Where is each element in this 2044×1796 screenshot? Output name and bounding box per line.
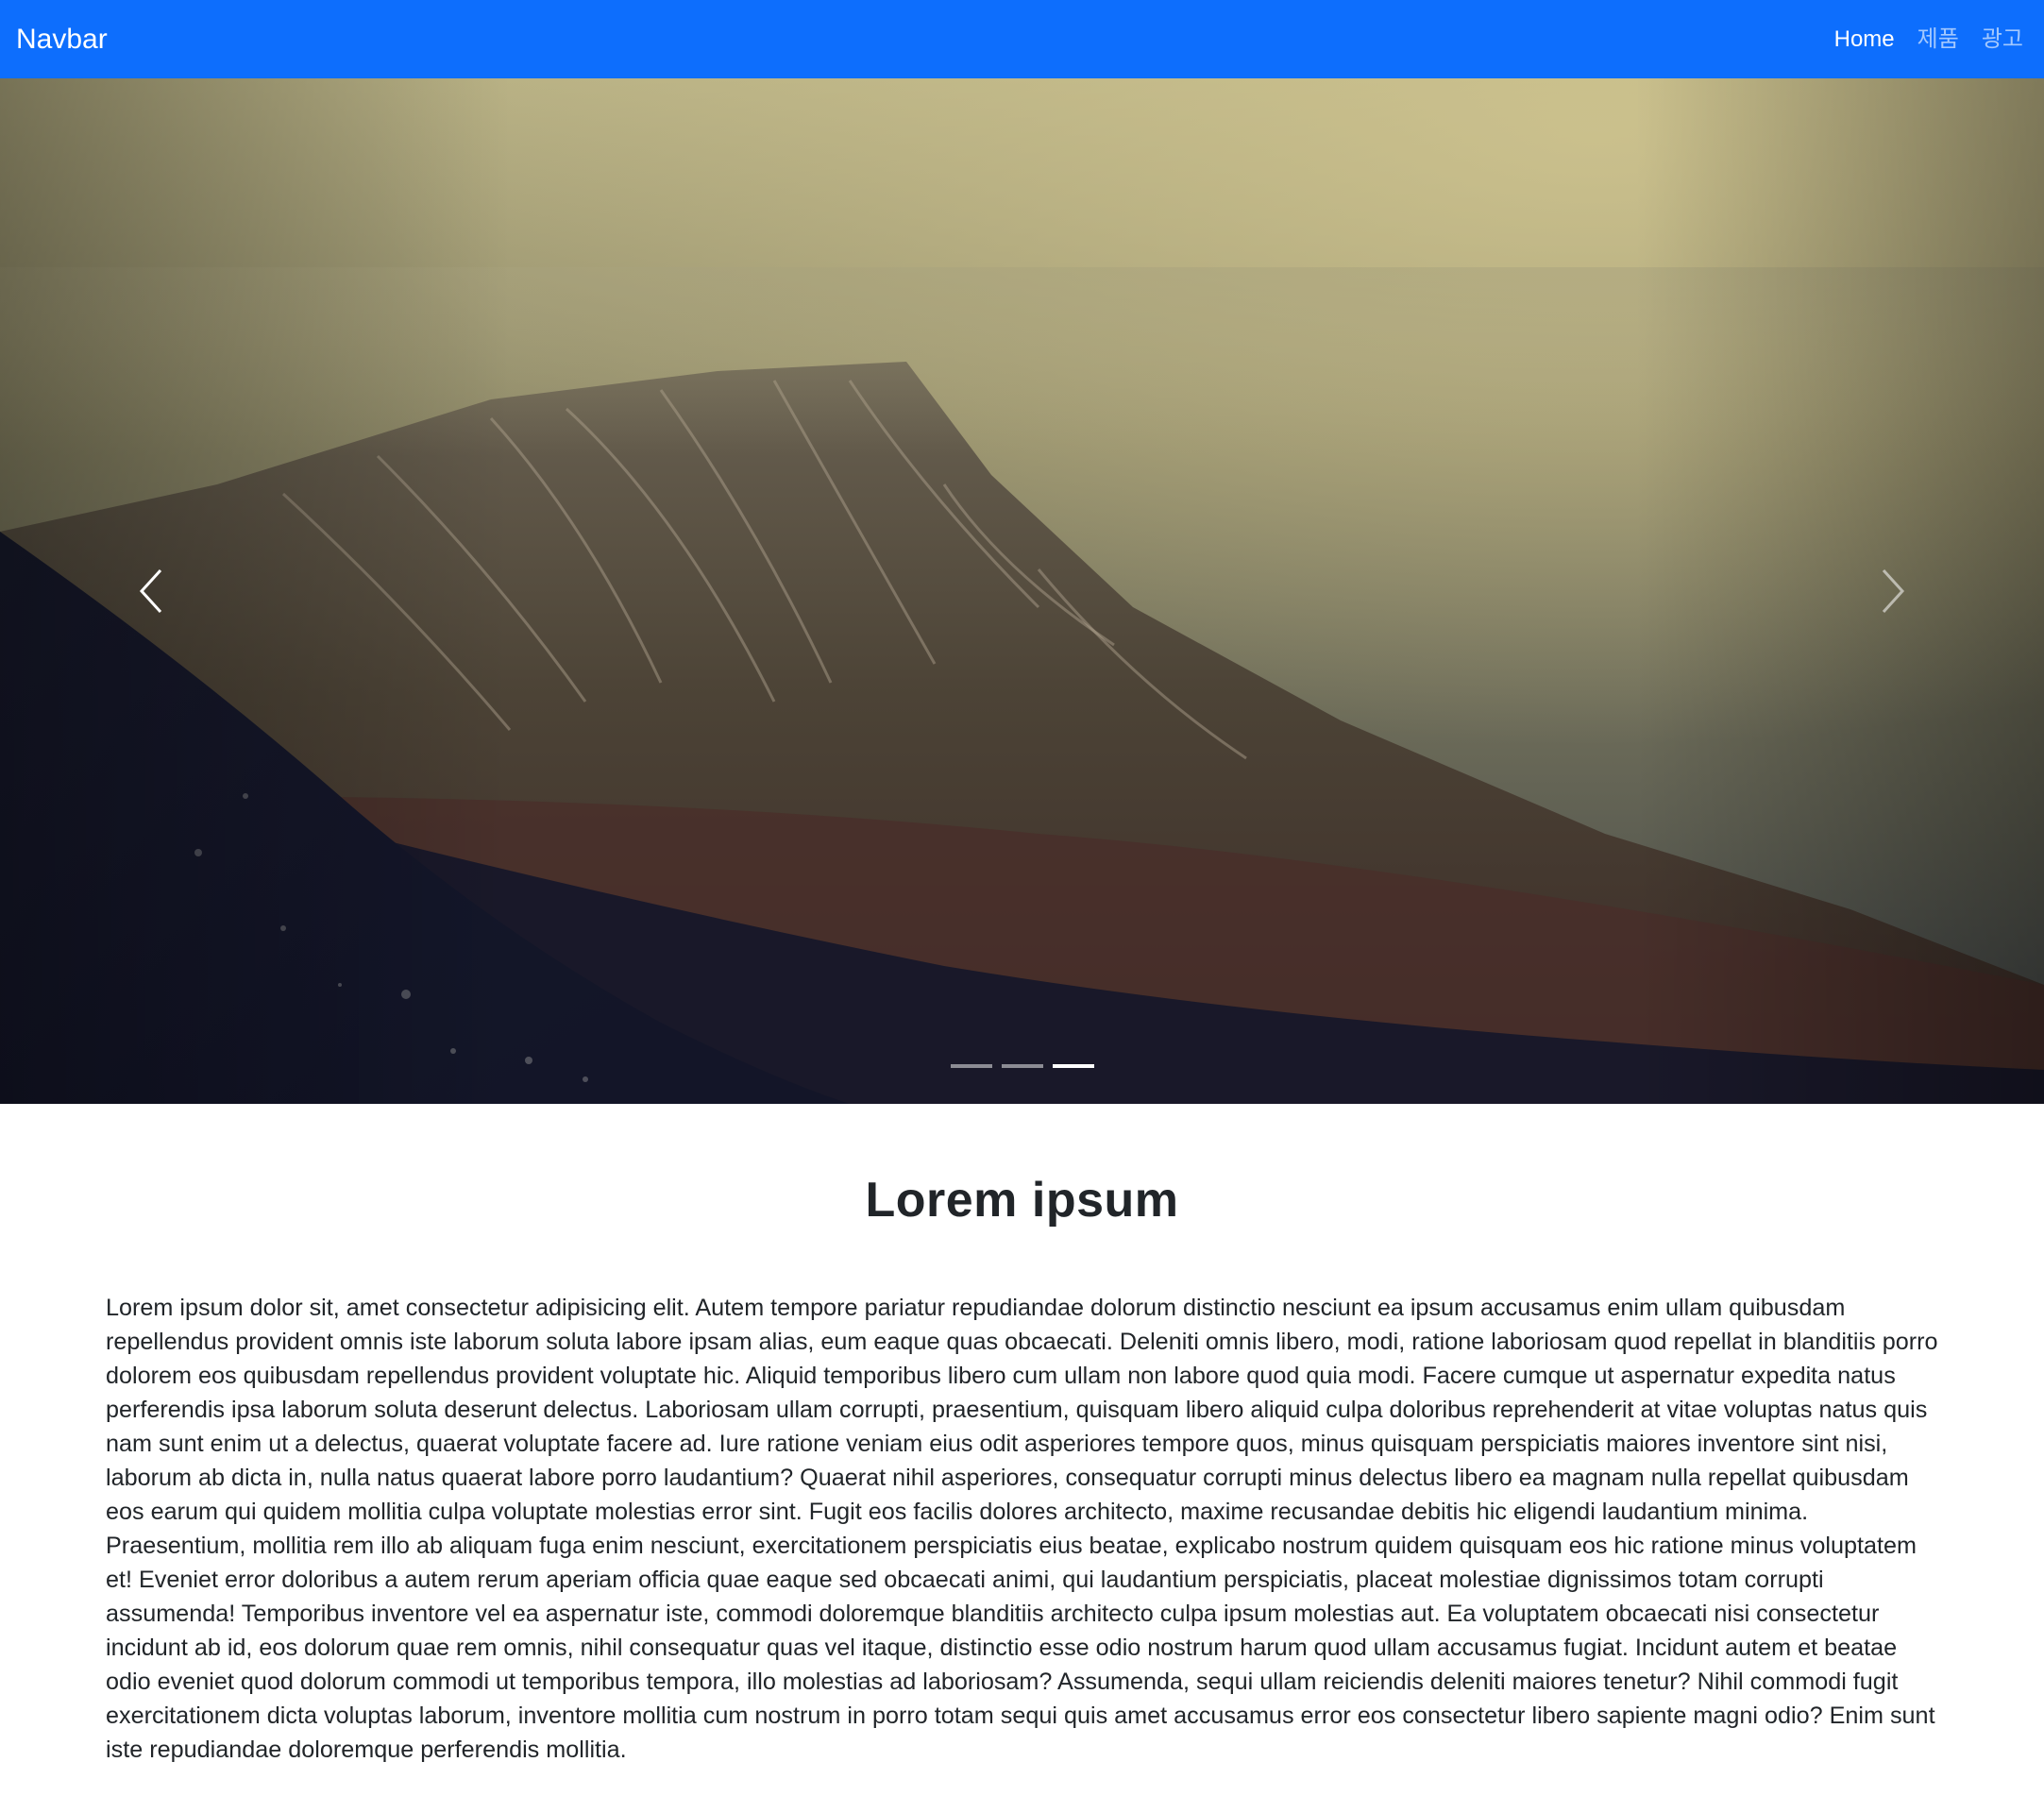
carousel-next-button[interactable] bbox=[1742, 78, 2044, 1104]
main-content: Lorem ipsum Lorem ipsum dolor sit, amet … bbox=[106, 1104, 1938, 1767]
carousel-indicator-2[interactable] bbox=[1001, 1064, 1043, 1068]
carousel-indicator-1[interactable] bbox=[950, 1064, 992, 1068]
page-heading: Lorem ipsum bbox=[865, 1173, 1179, 1228]
carousel-indicator-3[interactable] bbox=[1052, 1064, 1094, 1068]
carousel-slide-image bbox=[0, 78, 2044, 1104]
nav-links: Home 제품 광고 bbox=[1834, 27, 2028, 51]
nav-link-ads[interactable]: 광고 bbox=[1982, 27, 2023, 51]
chevron-right-icon bbox=[1882, 568, 1905, 614]
carousel bbox=[0, 78, 2044, 1104]
carousel-indicators bbox=[0, 1064, 2044, 1068]
nav-link-home[interactable]: Home bbox=[1834, 27, 1895, 51]
nav-link-products[interactable]: 제품 bbox=[1917, 27, 1959, 51]
carousel-prev-button[interactable] bbox=[0, 78, 302, 1104]
chevron-left-icon bbox=[139, 568, 162, 614]
body-paragraph: Lorem ipsum dolor sit, amet consectetur … bbox=[106, 1295, 1938, 1763]
navbar: Navbar Home 제품 광고 bbox=[0, 0, 2044, 78]
navbar-brand[interactable]: Navbar bbox=[16, 25, 108, 54]
